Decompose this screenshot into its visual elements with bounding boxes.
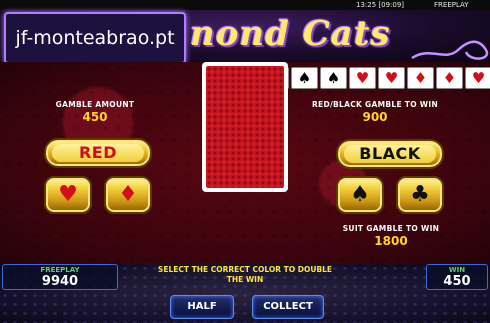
game-title: nond Cats xyxy=(190,14,391,54)
history-card: ♥ xyxy=(378,67,405,89)
freeplay-value: 9940 xyxy=(41,274,79,289)
half-button[interactable]: HALF xyxy=(170,295,234,319)
watermark: jf-monteabrao.pt xyxy=(4,12,186,64)
history-card: ♦ xyxy=(436,67,463,89)
spade-icon: ♠ xyxy=(350,182,370,207)
black-button[interactable]: BLACK xyxy=(336,139,444,169)
instruction-line-1: SELECT THE CORRECT COLOR TO DOUBLE xyxy=(157,265,333,274)
history-card: ♠ xyxy=(320,67,347,89)
face-down-card xyxy=(202,62,288,192)
color-gamble-label: RED/BLACK GAMBLE TO WIN xyxy=(311,100,439,109)
instruction-message: SELECT THE CORRECT COLOR TO DOUBLE THE W… xyxy=(125,265,365,287)
heart-button[interactable]: ♥ xyxy=(44,176,92,214)
color-gamble-value: 900 xyxy=(362,110,388,124)
status-bar: 13:25 [09:09] FREEPLAY xyxy=(0,0,490,10)
gamble-amount-label: GAMBLE AMOUNT xyxy=(55,100,135,109)
clock: 13:25 [09:09] xyxy=(356,1,405,9)
red-button-label: RED xyxy=(78,143,118,162)
red-button[interactable]: RED xyxy=(44,138,152,168)
win-value: 450 xyxy=(443,274,471,289)
suit-gamble-label: SUIT GAMBLE TO WIN xyxy=(342,224,440,233)
history-card: ♥ xyxy=(465,67,490,89)
black-button-label: BLACK xyxy=(359,144,421,163)
history-card: ♠ xyxy=(291,67,318,89)
card-back-pattern xyxy=(206,66,284,188)
history-card: ♦ xyxy=(407,67,434,89)
title-swirl-ornament xyxy=(411,40,489,60)
diamond-button[interactable]: ♦ xyxy=(104,176,152,214)
diamond-icon: ♦ xyxy=(118,182,138,207)
freeplay-credit-box: FREEPLAY 9940 xyxy=(2,264,118,290)
spade-button[interactable]: ♠ xyxy=(336,176,384,214)
win-box: WIN 450 xyxy=(426,264,488,290)
collect-button[interactable]: COLLECT xyxy=(252,295,324,319)
instruction-line-2: THE WIN xyxy=(226,275,264,284)
suit-gamble-value: 1800 xyxy=(374,234,408,248)
mode-label: FREEPLAY xyxy=(434,1,469,9)
heart-icon: ♥ xyxy=(58,182,78,207)
gamble-amount-value: 450 xyxy=(82,110,108,124)
club-button[interactable]: ♣ xyxy=(396,176,444,214)
club-icon: ♣ xyxy=(410,182,430,207)
history-card: ♥ xyxy=(349,67,376,89)
